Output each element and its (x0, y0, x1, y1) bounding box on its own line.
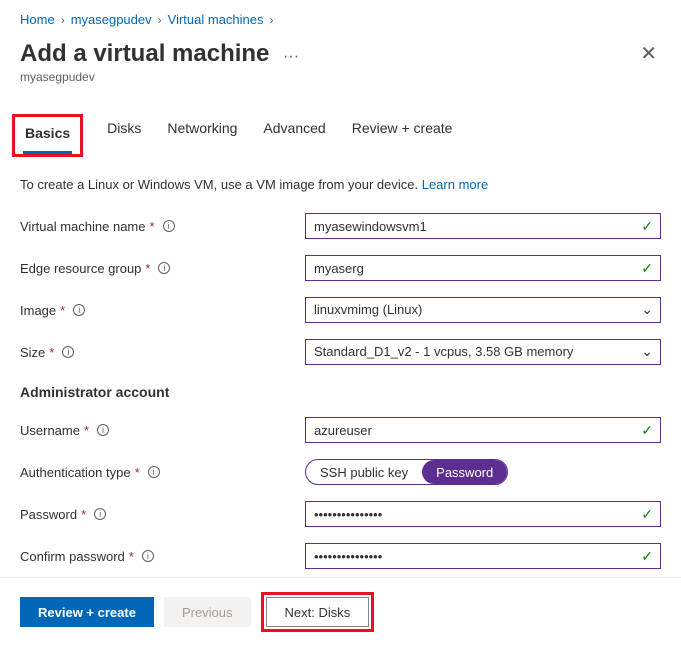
highlight-basics: Basics (12, 114, 83, 157)
required-icon: * (145, 261, 150, 276)
tab-networking[interactable]: Networking (165, 114, 239, 157)
info-icon[interactable]: i (158, 262, 170, 274)
erg-input[interactable] (305, 255, 661, 281)
info-icon[interactable]: i (142, 550, 154, 562)
tab-review[interactable]: Review + create (350, 114, 455, 157)
auth-ssh-option[interactable]: SSH public key (306, 460, 422, 484)
auth-type-label: Authentication type (20, 465, 131, 480)
password-input[interactable] (305, 501, 661, 527)
tab-description: To create a Linux or Windows VM, use a V… (20, 177, 661, 192)
auth-password-option[interactable]: Password (422, 460, 507, 484)
vm-name-label: Virtual machine name (20, 219, 146, 234)
tab-advanced[interactable]: Advanced (261, 114, 327, 157)
password-label: Password (20, 507, 77, 522)
required-icon: * (84, 423, 89, 438)
required-icon: * (60, 303, 65, 318)
size-label: Size (20, 345, 45, 360)
info-icon[interactable]: i (62, 346, 74, 358)
required-icon: * (150, 219, 155, 234)
image-label: Image (20, 303, 56, 318)
info-icon[interactable]: i (148, 466, 160, 478)
required-icon: * (129, 549, 134, 564)
previous-button[interactable]: Previous (164, 597, 251, 627)
required-icon: * (81, 507, 86, 522)
size-select[interactable]: Standard_D1_v2 - 1 vcpus, 3.58 GB memory (305, 339, 661, 365)
username-input[interactable] (305, 417, 661, 443)
info-icon[interactable]: i (163, 220, 175, 232)
highlight-next: Next: Disks (261, 592, 375, 632)
username-label: Username (20, 423, 80, 438)
learn-more-link[interactable]: Learn more (422, 177, 488, 192)
info-icon[interactable]: i (94, 508, 106, 520)
info-icon[interactable]: i (97, 424, 109, 436)
page-title: Add a virtual machine (20, 40, 269, 68)
more-icon[interactable]: ··· (283, 48, 299, 65)
confirm-password-label: Confirm password (20, 549, 125, 564)
breadcrumb-resource[interactable]: myasegpudev (71, 12, 152, 27)
required-icon: * (49, 345, 54, 360)
admin-section-header: Administrator account (20, 384, 661, 400)
vm-name-input[interactable] (305, 213, 661, 239)
chevron-right-icon: › (61, 13, 65, 27)
chevron-right-icon: › (270, 13, 274, 27)
auth-type-toggle: SSH public key Password (305, 459, 508, 485)
tab-disks[interactable]: Disks (105, 114, 143, 157)
page-subtitle: myasegpudev (20, 70, 661, 84)
confirm-password-input[interactable] (305, 543, 661, 569)
breadcrumb: Home › myasegpudev › Virtual machines › (20, 12, 661, 27)
breadcrumb-section[interactable]: Virtual machines (168, 12, 264, 27)
required-icon: * (135, 465, 140, 480)
tab-basics[interactable]: Basics (23, 119, 72, 154)
footer-bar: Review + create Previous Next: Disks (0, 577, 681, 646)
tab-bar: Basics Disks Networking Advanced Review … (20, 114, 661, 157)
chevron-right-icon: › (158, 13, 162, 27)
image-select[interactable]: linuxvmimg (Linux) (305, 297, 661, 323)
info-icon[interactable]: i (73, 304, 85, 316)
next-disks-button[interactable]: Next: Disks (266, 597, 370, 627)
review-create-button[interactable]: Review + create (20, 597, 154, 627)
breadcrumb-home[interactable]: Home (20, 12, 55, 27)
erg-label: Edge resource group (20, 261, 141, 276)
close-icon[interactable]: ✕ (636, 37, 661, 70)
